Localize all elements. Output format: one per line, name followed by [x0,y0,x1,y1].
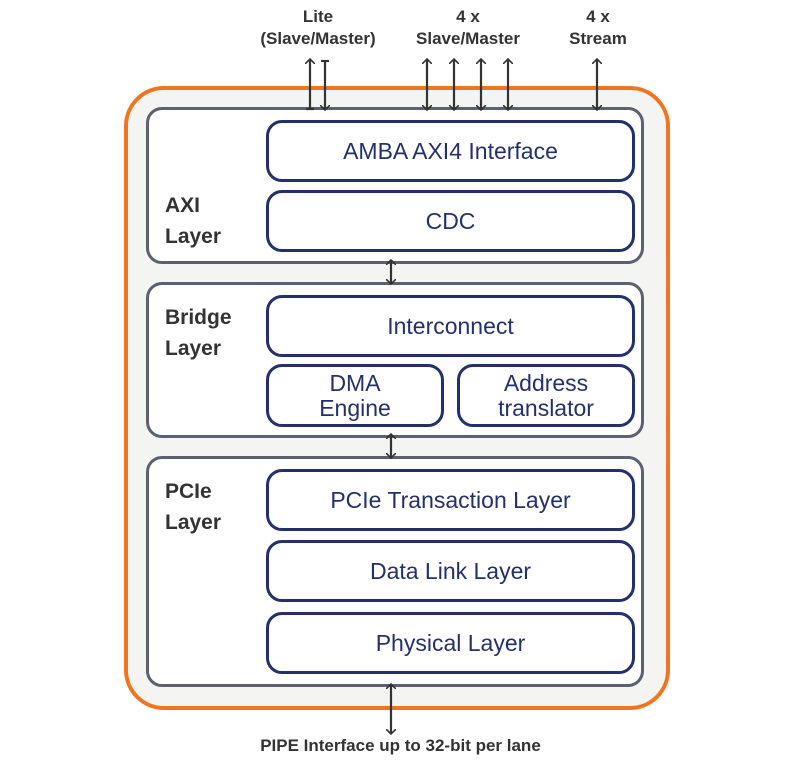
pipe-interface-label: PIPE Interface up to 32-bit per lane [260,736,541,755]
connection-arrows [0,0,801,763]
